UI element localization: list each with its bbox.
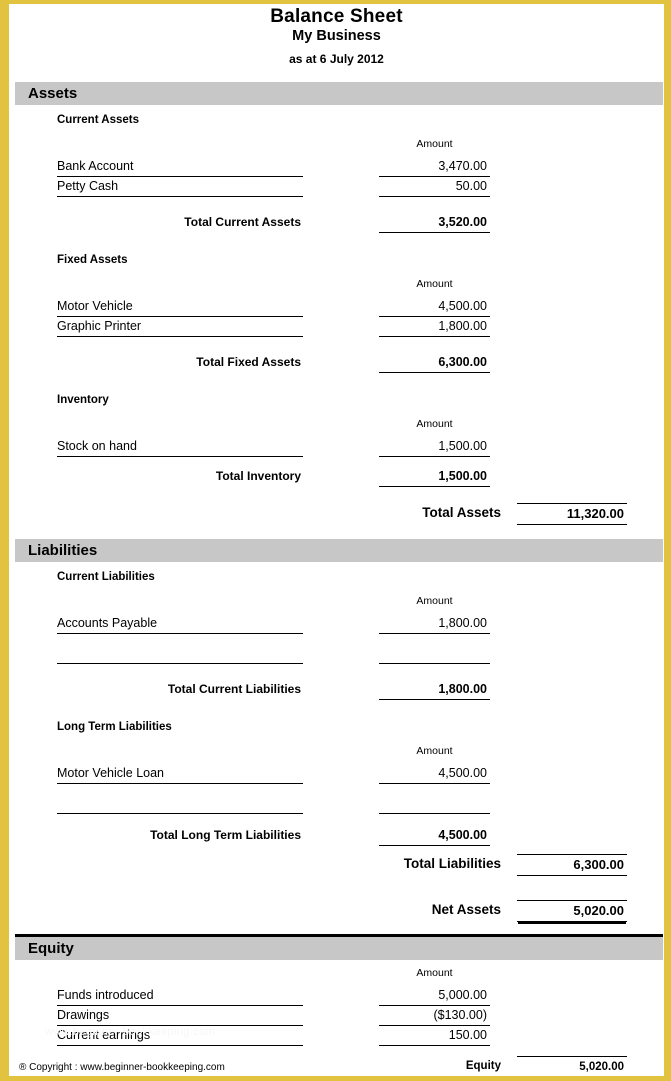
subtotal-amount: 1,500.00 [379, 467, 490, 487]
line-label: Funds introduced [57, 986, 303, 1006]
subtotal-label: Total Long Term Liabilities [150, 828, 301, 842]
line-amount: 1,500.00 [379, 437, 490, 457]
amount-column-header: Amount [416, 138, 453, 150]
net-assets-row: Net Assets 5,020.00 [9, 900, 664, 922]
subtotal-label: Total Current Liabilities [167, 682, 301, 696]
table-row: Motor Vehicle 4,500.00 [57, 297, 664, 317]
group-title-fixed-assets: Fixed Assets [57, 254, 128, 266]
line-amount: ($130.00) [379, 1006, 490, 1026]
line-label: Accounts Payable [57, 614, 303, 634]
line-amount: 4,500.00 [379, 764, 490, 784]
net-assets-amount: 5,020.00 [517, 900, 627, 922]
subtotal-label: Total Fixed Assets [196, 355, 301, 369]
line-amount [379, 644, 490, 664]
group-title-inventory: Inventory [57, 394, 109, 406]
amount-column-header: Amount [416, 967, 453, 979]
balance-sheet-page: Balance Sheet My Business as at 6 July 2… [0, 0, 671, 1081]
line-amount [379, 794, 490, 814]
copyright-footer: ® Copyright : www.beginner-bookkeeping.c… [19, 1062, 225, 1073]
subtotal-row-long-term-liabilities: Total Long Term Liabilities 4,500.00 [57, 826, 664, 846]
watermark: www.beginner-bookkeeping.com [45, 1026, 216, 1038]
document-header: Balance Sheet My Business as at 6 July 2… [9, 4, 664, 68]
grand-total-row-assets: Total Assets 11,320.00 [9, 503, 664, 525]
grand-total-amount: 11,320.00 [517, 503, 627, 525]
line-amount: 150.00 [379, 1026, 490, 1046]
subtotal-label: Total Current Assets [184, 215, 301, 229]
subtotal-amount: 1,800.00 [379, 680, 490, 700]
amount-header-row: Amount [57, 277, 664, 297]
table-row: Petty Cash 50.00 [57, 177, 664, 197]
line-amount: 1,800.00 [379, 614, 490, 634]
subtotal-row-current-liabilities: Total Current Liabilities 1,800.00 [57, 680, 664, 700]
amount-column-header: Amount [416, 745, 453, 757]
section-header-equity: Equity [15, 934, 663, 960]
line-amount: 3,470.00 [379, 157, 490, 177]
subtotal-amount: 3,520.00 [379, 213, 490, 233]
grand-total-label: Total Assets [422, 505, 501, 520]
equity-subtotal-amount: 5,020.00 [517, 1056, 627, 1076]
section-header-liabilities: Liabilities [15, 539, 663, 562]
line-amount: 50.00 [379, 177, 490, 197]
subtotal-label: Total Inventory [215, 469, 301, 483]
table-row: Funds introduced 5,000.00 [57, 986, 664, 1006]
amount-header-row: Amount [57, 966, 664, 986]
subtotal-amount: 4,500.00 [379, 826, 490, 846]
table-row: Drawings ($130.00) [57, 1006, 664, 1026]
amount-column-header: Amount [416, 595, 453, 607]
grand-total-amount: 6,300.00 [517, 854, 627, 876]
group-fixed-assets: Fixed Assets Amount Motor Vehicle 4,500.… [9, 253, 664, 373]
subtotal-row-current-assets: Total Current Assets 3,520.00 [57, 213, 664, 233]
line-label: Motor Vehicle Loan [57, 764, 303, 784]
line-label [57, 644, 303, 664]
line-amount: 1,800.00 [379, 317, 490, 337]
group-long-term-liabilities: Long Term Liabilities Amount Motor Vehic… [9, 720, 664, 846]
table-row: Graphic Printer 1,800.00 [57, 317, 664, 337]
line-label: Stock on hand [57, 437, 303, 457]
amount-column-header: Amount [416, 418, 453, 430]
page-title: Balance Sheet [270, 6, 403, 27]
line-amount: 5,000.00 [379, 986, 490, 1006]
table-row-empty [57, 644, 664, 664]
subtotal-row-inventory: Total Inventory 1,500.00 [57, 467, 664, 487]
line-label: Motor Vehicle [57, 297, 303, 317]
group-current-liabilities: Current Liabilities Amount Accounts Paya… [9, 570, 664, 700]
table-row: Motor Vehicle Loan 4,500.00 [57, 764, 664, 784]
line-label: Petty Cash [57, 177, 303, 197]
line-amount: 4,500.00 [379, 297, 490, 317]
table-row-empty [57, 794, 664, 814]
as-at-date: as at 6 July 2012 [289, 52, 384, 66]
amount-column-header: Amount [416, 278, 453, 290]
group-title-current-liabilities: Current Liabilities [57, 571, 155, 583]
line-label: Bank Account [57, 157, 303, 177]
business-name: My Business [292, 28, 381, 44]
grand-total-row-liabilities: Total Liabilities 6,300.00 [9, 854, 664, 876]
grand-total-label: Total Liabilities [403, 856, 501, 871]
section-title-liabilities: Liabilities [28, 542, 98, 559]
subtotal-row-fixed-assets: Total Fixed Assets 6,300.00 [57, 353, 664, 373]
net-assets-label: Net Assets [431, 902, 501, 917]
section-title-equity: Equity [28, 940, 74, 957]
page-inner: Balance Sheet My Business as at 6 July 2… [9, 4, 664, 1076]
table-row: Bank Account 3,470.00 [57, 157, 664, 177]
group-title-current-assets: Current Assets [57, 114, 140, 126]
section-header-assets: Assets [15, 82, 663, 105]
subtotal-amount: 6,300.00 [379, 353, 490, 373]
amount-header-row: Amount [57, 594, 664, 614]
table-row: Stock on hand 1,500.00 [57, 437, 664, 457]
equity-subtotal-label: Equity [465, 1060, 501, 1072]
section-title-assets: Assets [28, 85, 78, 102]
line-label: Graphic Printer [57, 317, 303, 337]
group-inventory: Inventory Amount Stock on hand 1,500.00 … [9, 393, 664, 487]
line-label [57, 794, 303, 814]
group-current-assets: Current Assets Amount Bank Account 3,470… [9, 113, 664, 233]
line-label: Drawings [57, 1006, 303, 1026]
group-title-long-term-liabilities: Long Term Liabilities [57, 721, 172, 733]
table-row: Accounts Payable 1,800.00 [57, 614, 664, 634]
amount-header-row: Amount [57, 137, 664, 157]
amount-header-row: Amount [57, 744, 664, 764]
amount-header-row: Amount [57, 417, 664, 437]
